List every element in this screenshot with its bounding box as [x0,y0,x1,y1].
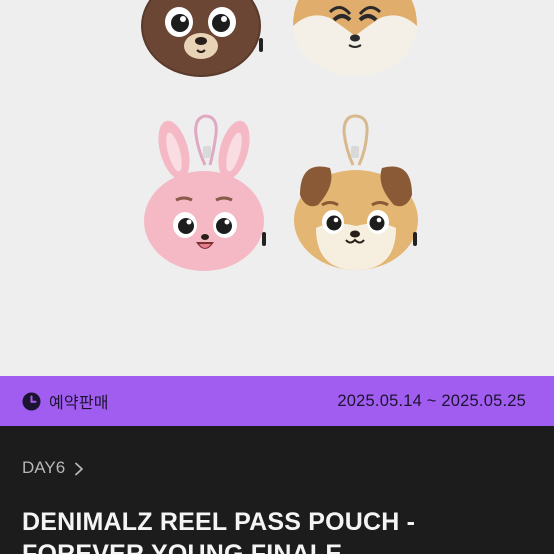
chevron-right-icon [73,461,85,476]
product-title: DENIMALZ REEL PASS POUCH - FOREVER YOUNG… [22,508,416,554]
bear-plush [141,0,263,77]
fox-plush [293,0,417,76]
preorder-label: 예약판매 [49,395,109,412]
puppy-plush [294,114,418,270]
artist-link[interactable]: DAY6 [22,458,85,478]
artist-name: DAY6 [22,458,66,477]
product-image[interactable] [0,0,554,376]
product-details: DAY6 DENIMALZ REEL PASS POUCH - FOREVER … [0,426,554,554]
preorder-banner: 예약판매 2025.05.14 ~ 2025.05.25 [0,376,554,426]
product-photo [141,0,418,271]
clock-icon [22,392,41,411]
preorder-status: 예약판매 [22,389,109,413]
preorder-dates: 2025.05.14 ~ 2025.05.25 [337,391,526,410]
rabbit-plush [144,114,266,271]
